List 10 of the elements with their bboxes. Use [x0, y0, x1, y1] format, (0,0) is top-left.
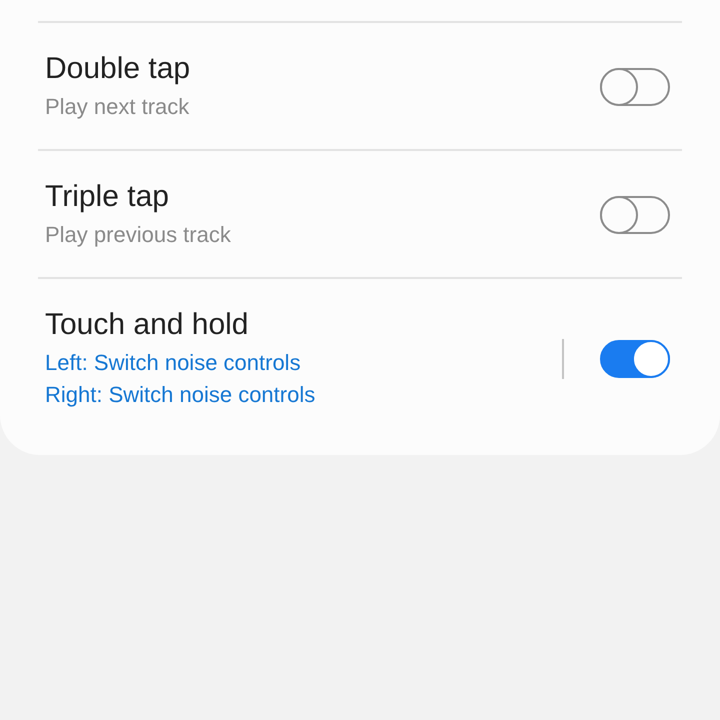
setting-title: Triple tap: [45, 179, 170, 215]
setting-description: Play next track: [45, 93, 190, 121]
setting-description: Play previous track: [45, 221, 232, 249]
toggle-switch[interactable]: [600, 68, 670, 106]
setting-title: Touch and hold: [45, 307, 250, 343]
setting-description: Right: Switch noise controls: [45, 381, 316, 409]
setting-title: Double tap: [45, 51, 192, 87]
setting-description: Left: Switch noise controls: [45, 349, 302, 377]
toggle-switch[interactable]: [600, 340, 670, 378]
toggle-switch[interactable]: [600, 196, 670, 234]
